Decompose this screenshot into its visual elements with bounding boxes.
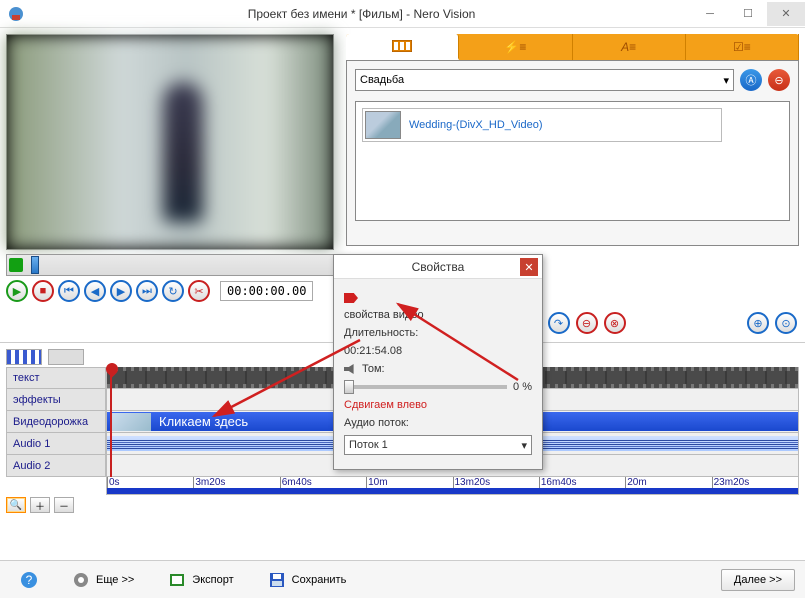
audio-stream-combo[interactable]: Поток 1 ▾ [344, 435, 532, 455]
select-all-button[interactable]: Ⓐ [740, 69, 762, 91]
time-ruler[interactable]: 0s 3m20s 6m40s 10m 13m20s 16m40s 20m 23m… [106, 477, 799, 495]
prev-frame-button[interactable]: ⏮ [58, 280, 80, 302]
cut-button[interactable]: ✂ [188, 280, 210, 302]
dialog-close-button[interactable]: ✕ [520, 258, 538, 276]
timeline-tab-1[interactable] [6, 349, 42, 365]
clear-button[interactable]: ⊗ [604, 312, 626, 334]
volume-label: Том: [362, 363, 385, 375]
media-tabs: ⚡≡ A≡ ☑≡ [346, 34, 799, 60]
titlebar: Проект без имени * [Фильм] - Nero Vision… [0, 0, 805, 28]
clip-thumb [111, 413, 151, 431]
scrub-bar[interactable] [6, 254, 334, 276]
export-button[interactable]: Экспорт [158, 567, 243, 593]
delete-media-button[interactable]: ⊖ [768, 69, 790, 91]
section-label: свойства видео [344, 309, 532, 321]
minimize-button[interactable]: ─ [691, 2, 729, 26]
speaker-icon [344, 364, 356, 374]
loop-button[interactable]: ↻ [162, 280, 184, 302]
close-button[interactable]: ✕ [767, 2, 805, 26]
track-label-audio2[interactable]: Audio 2 [6, 455, 106, 477]
scrub-marker[interactable] [31, 256, 39, 274]
track-label-video[interactable]: Видеодорожка [6, 411, 106, 433]
tab-text[interactable]: A≡ [573, 34, 686, 60]
track-label-audio1[interactable]: Audio 1 [6, 433, 106, 455]
volume-slider[interactable] [344, 385, 507, 389]
tab-effects[interactable]: ⚡≡ [459, 34, 572, 60]
video-preview[interactable] [6, 34, 334, 250]
help-button[interactable]: ? [10, 567, 48, 593]
maximize-button[interactable]: ☐ [729, 2, 767, 26]
duration-value: 00:21:54.08 [344, 345, 532, 357]
add-button[interactable]: ⊕ [747, 312, 769, 334]
clip-label: Кликаем здесь [159, 414, 248, 429]
tab-list[interactable]: ☑≡ [686, 34, 799, 60]
media-item-name: Wedding-(DivX_HD_Video) [409, 119, 543, 131]
pin-icon [344, 293, 358, 303]
play-button[interactable]: ▶ [6, 280, 28, 302]
timeline-tab-2[interactable] [48, 349, 84, 365]
remove-button[interactable]: ⊖ [576, 312, 598, 334]
chevron-down-icon: ▾ [521, 439, 527, 452]
gear-icon [72, 571, 90, 589]
help-icon: ? [20, 571, 38, 589]
volume-value: 0 % [513, 381, 532, 393]
floppy-icon [268, 571, 286, 589]
save-button[interactable]: Сохранить [258, 567, 357, 593]
preview-pane: ▶ ■ ⏮ ◀ ▶ ⏭ ↻ ✂ 00:00:00.00 [0, 28, 340, 342]
zoom-fit-button[interactable]: 🔍 [6, 497, 26, 513]
next-frame-button[interactable]: ⏭ [136, 280, 158, 302]
dialog-titlebar[interactable]: Свойства ✕ [334, 255, 542, 279]
media-thumb [365, 111, 401, 139]
zoom-out-button[interactable]: － [54, 497, 74, 513]
properties-dialog[interactable]: Свойства ✕ свойства видео Длительность: … [333, 254, 543, 470]
media-folder-combo[interactable]: Свадьба ▾ [355, 69, 734, 91]
svg-text:?: ? [26, 573, 33, 587]
track-label-effects[interactable]: эффекты [6, 389, 106, 411]
app-icon [8, 6, 24, 22]
redo-button[interactable]: ↷ [548, 312, 570, 334]
more-button[interactable]: Еще >> [62, 567, 144, 593]
film-export-icon [168, 571, 186, 589]
transport-controls: ▶ ■ ⏮ ◀ ▶ ⏭ ↻ ✂ 00:00:00.00 [6, 280, 334, 302]
chevron-down-icon: ▾ [723, 74, 729, 87]
step-fwd-button[interactable]: ▶ [110, 280, 132, 302]
step-back-button[interactable]: ◀ [84, 280, 106, 302]
bottom-toolbar: ? Еще >> Экспорт Сохранить Далее >> [0, 560, 805, 598]
stop-button[interactable]: ■ [32, 280, 54, 302]
duration-label: Длительность: [344, 327, 418, 339]
combo-value: Свадьба [360, 74, 404, 86]
timecode[interactable]: 00:00:00.00 [220, 281, 313, 301]
audio-stream-label: Аудио поток: [344, 417, 532, 429]
track-label-text[interactable]: текст [6, 367, 106, 389]
window-title: Проект без имени * [Фильм] - Nero Vision [32, 7, 691, 21]
tab-media[interactable] [346, 34, 459, 60]
next-button[interactable]: Далее >> [721, 569, 795, 591]
media-item[interactable]: Wedding-(DivX_HD_Video) [362, 108, 722, 142]
slide-note: Сдвигаем влево [344, 399, 532, 411]
zoom-in-button[interactable]: ＋ [30, 497, 50, 513]
filmstrip-icon [392, 40, 412, 52]
media-list: Wedding-(DivX_HD_Video) [355, 101, 790, 221]
import-button[interactable]: ⊙ [775, 312, 797, 334]
